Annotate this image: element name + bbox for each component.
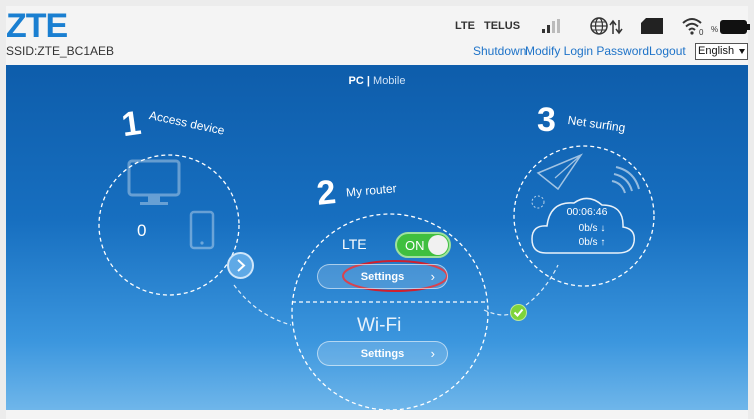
sim-card-icon <box>641 18 663 34</box>
lte-settings-button[interactable]: Settings › <box>317 264 448 289</box>
language-value: English <box>698 45 735 57</box>
connection-duration: 00:06:46 <box>566 206 608 218</box>
lte-settings-label: Settings <box>360 271 405 283</box>
step-3-number: 3 <box>537 101 556 139</box>
access-device-circle <box>98 154 240 296</box>
step-3-title: Net surfing <box>567 113 626 135</box>
footer-strip <box>6 410 748 419</box>
paper-plane-icon <box>536 153 584 191</box>
network-type-label: LTE <box>455 20 475 32</box>
wifi-waves-icon <box>611 166 640 194</box>
wifi-settings-label: Settings <box>360 348 405 360</box>
lte-toggle[interactable]: ON <box>395 232 451 258</box>
step-1-number: 1 <box>119 104 143 144</box>
battery-icon: % <box>711 20 750 34</box>
header-links: Shutdown Modify Login Password Logout En… <box>6 43 748 63</box>
internet-connection-icon <box>590 17 623 35</box>
chevron-right-icon: › <box>430 269 435 284</box>
toggle-state-label: ON <box>405 238 425 253</box>
modify-password-link[interactable]: Modify Login Password <box>525 44 649 58</box>
step-1-title: Access device <box>148 108 226 138</box>
svg-text:0: 0 <box>699 28 704 36</box>
shutdown-link[interactable]: Shutdown <box>473 44 526 58</box>
language-select[interactable]: English <box>695 43 748 60</box>
chevron-down-icon <box>739 49 745 54</box>
carrier-label: TELUS <box>484 20 521 32</box>
download-rate: 0b/s ↓ <box>578 223 606 234</box>
step-2-title: My router <box>345 181 397 199</box>
chevron-right-icon <box>237 259 246 272</box>
svg-text:%: % <box>711 25 718 34</box>
logout-link[interactable]: Logout <box>649 44 686 58</box>
wifi-settings-button[interactable]: Settings › <box>317 341 448 366</box>
monitor-icon <box>127 159 181 205</box>
lte-label: LTE <box>342 236 367 252</box>
connected-check-icon <box>510 304 527 321</box>
header: ZTE SSID:ZTE_BC1AEB LTE TELUS 0 % Shutdo… <box>6 6 750 65</box>
wifi-status-icon: 0 <box>682 18 704 36</box>
my-router-circle <box>291 213 489 410</box>
toggle-knob <box>428 235 448 255</box>
status-icons: LTE TELUS 0 % <box>6 16 750 38</box>
access-device-details-button[interactable] <box>227 252 254 279</box>
step-2-number: 2 <box>315 173 338 213</box>
wifi-label: Wi-Fi <box>357 315 402 336</box>
connected-device-count: 0 <box>137 221 147 240</box>
dashboard-panel: PC | Mobile 1 Access device 2 My router … <box>6 65 748 410</box>
chevron-right-icon: › <box>430 346 435 361</box>
signal-strength-icon <box>542 19 560 33</box>
phone-icon <box>189 210 215 250</box>
upload-rate: 0b/s ↑ <box>578 237 606 248</box>
